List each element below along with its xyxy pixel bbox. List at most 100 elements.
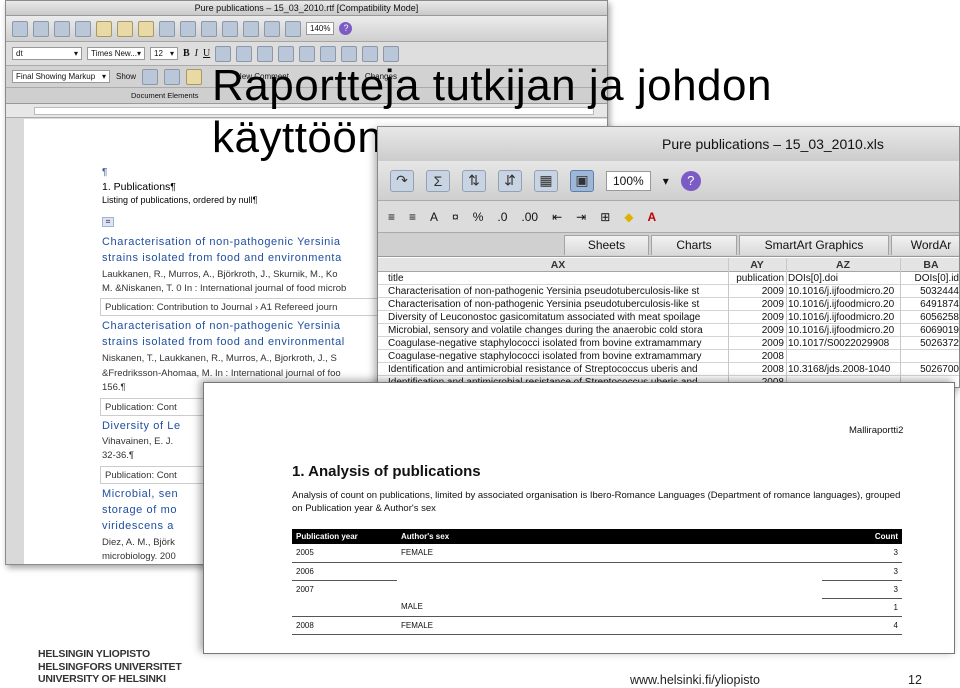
font-color-icon[interactable]: A [648, 210, 657, 224]
cell[interactable]: 2009 [730, 286, 784, 297]
tab-charts[interactable]: Charts [651, 235, 737, 255]
help-icon[interactable]: ? [339, 22, 353, 35]
tab-document-elements[interactable]: Document Elements [131, 91, 199, 100]
sort-ascending-icon[interactable]: ⇅ [462, 169, 486, 192]
pilcrow-icon[interactable] [243, 20, 259, 37]
cell[interactable]: 10.3168/jds.2008-1040 [788, 364, 898, 375]
column-header[interactable]: AY [730, 259, 784, 271]
font-select[interactable]: Times New... ▾ [87, 47, 145, 60]
outdent-icon[interactable]: ⇤ [552, 210, 562, 224]
markup-select[interactable]: Final Showing Markup ▾ [12, 70, 110, 83]
increase-decimal-icon[interactable]: .00 [521, 210, 538, 224]
cell[interactable]: 5032444 [903, 286, 959, 297]
font-size-value: 12 [154, 48, 163, 58]
next-change-icon[interactable] [164, 68, 181, 85]
table-icon[interactable] [201, 20, 217, 37]
cell[interactable]: DOIs[0].doi [788, 273, 898, 284]
cell[interactable]: publication [730, 273, 784, 284]
undo-icon[interactable] [159, 20, 175, 37]
excel-zoom-select[interactable]: 100% [606, 170, 651, 191]
decrease-decimal-icon[interactable]: .0 [497, 210, 507, 224]
columns-icon[interactable] [222, 20, 238, 37]
fill-color-icon[interactable]: ◆ [624, 210, 633, 224]
cell[interactable]: 6069019 [903, 325, 959, 336]
cell[interactable]: Characterisation of non-pathogenic Yersi… [388, 299, 728, 310]
copy-icon[interactable] [117, 20, 133, 37]
cell [397, 562, 822, 580]
new-comment-icon[interactable] [186, 68, 203, 85]
footer-url[interactable]: www.helsinki.fi/yliopisto [630, 673, 760, 687]
cell[interactable]: 10.1016/j.ijfoodmicro.20 [788, 325, 898, 336]
print-icon[interactable] [75, 20, 91, 37]
currency-icon[interactable]: ¤ [452, 210, 459, 224]
percent-icon[interactable]: % [473, 210, 484, 224]
cell[interactable]: Identification and antimicrobial resista… [388, 364, 728, 375]
redo-icon[interactable] [180, 20, 196, 37]
italic-icon[interactable]: I [195, 48, 198, 59]
redo-icon[interactable]: ↷ [390, 169, 414, 192]
table-header-row: Publication year Author's sex Count [292, 529, 902, 544]
sidebar-icon[interactable] [264, 20, 280, 37]
cell[interactable]: 10.1017/S0022029908 [788, 338, 898, 349]
wrap-text-icon[interactable]: A [430, 210, 438, 224]
cell[interactable]: 2008 [730, 364, 784, 375]
chevron-down-icon: ▾ [169, 48, 174, 58]
report-window[interactable]: Malliraportti2 1. Analysis of publicatio… [203, 382, 955, 654]
excel-grid[interactable]: AX AY AZ BA title publication DOIs[0].do… [378, 258, 959, 387]
cell[interactable]: 2009 [730, 299, 784, 310]
tab-smartart-graphics[interactable]: SmartArt Graphics [739, 235, 889, 255]
sort-descending-icon[interactable]: ⇵ [498, 169, 522, 192]
cell[interactable]: Characterisation of non-pathogenic Yersi… [388, 286, 728, 297]
cell: 3 [822, 544, 902, 563]
table-header-row: title publication DOIs[0].doi DOIs[0].id [378, 272, 959, 285]
pilcrow-mark: ¶ [102, 167, 108, 178]
tab-wordart[interactable]: WordAr [891, 235, 959, 255]
show-menu[interactable]: Show [116, 72, 136, 81]
help-icon[interactable]: ? [680, 170, 701, 191]
report-table: Publication year Author's sex Count 2005… [292, 529, 902, 635]
cell[interactable]: 6056258 [903, 312, 959, 323]
underline-icon[interactable]: U [203, 48, 210, 59]
bold-icon[interactable]: B [183, 48, 190, 59]
paste-icon[interactable] [138, 20, 154, 37]
cell[interactable]: 2008 [730, 351, 784, 362]
cell[interactable]: 5026372 [903, 338, 959, 349]
cell[interactable]: DOIs[0].id [903, 273, 959, 284]
align-justify-icon[interactable]: ≡ [409, 210, 416, 224]
toolbox-icon[interactable] [285, 20, 301, 37]
cell[interactable]: Coagulase-negative staphylococci isolate… [388, 338, 728, 349]
autosum-icon[interactable]: Σ [426, 169, 450, 192]
new-document-icon[interactable] [12, 20, 28, 37]
excel-window: Pure publications – 15_03_2010.xls ↷ Σ ⇅… [377, 126, 960, 388]
font-size-select[interactable]: 12 ▾ [150, 47, 178, 60]
cell[interactable]: 2009 [730, 325, 784, 336]
indent-icon[interactable]: ⇥ [576, 210, 586, 224]
column-header[interactable]: BA [903, 259, 959, 271]
cell[interactable]: 10.1016/j.ijfoodmicro.20 [788, 286, 898, 297]
cell[interactable]: Coagulase-negative staphylococci isolate… [388, 351, 728, 362]
markup-select-value: Final Showing Markup [16, 71, 96, 81]
style-select[interactable]: dt ▾ [12, 47, 82, 60]
previous-change-icon[interactable] [142, 68, 159, 85]
borders-icon[interactable]: ⊞ [600, 210, 610, 224]
cell[interactable]: 10.1016/j.ijfoodmicro.20 [788, 312, 898, 323]
cell[interactable]: 10.1016/j.ijfoodmicro.20 [788, 299, 898, 310]
cell[interactable]: title [388, 273, 728, 284]
cell[interactable]: 6491874 [903, 299, 959, 310]
cell[interactable]: 2009 [730, 338, 784, 349]
column-header[interactable]: AX [388, 259, 728, 271]
column-header[interactable]: AZ [788, 259, 898, 271]
tab-sheets[interactable]: Sheets [564, 235, 649, 255]
cell[interactable]: Diversity of Leuconostoc gasicomitatum a… [388, 312, 728, 323]
cut-icon[interactable] [96, 20, 112, 37]
save-icon[interactable] [54, 20, 70, 37]
chevron-down-icon[interactable]: ▾ [663, 174, 669, 188]
word-zoom-select[interactable]: 140% [306, 22, 335, 35]
cell[interactable]: 5026700 [903, 364, 959, 375]
align-left-icon[interactable]: ≡ [388, 210, 395, 224]
cell[interactable]: 2009 [730, 312, 784, 323]
gallery-icon[interactable]: ▦ [534, 169, 558, 192]
toolbox-icon[interactable]: ▣ [570, 169, 594, 192]
cell[interactable]: Microbial, sensory and volatile changes … [388, 325, 728, 336]
open-icon[interactable] [33, 20, 49, 37]
